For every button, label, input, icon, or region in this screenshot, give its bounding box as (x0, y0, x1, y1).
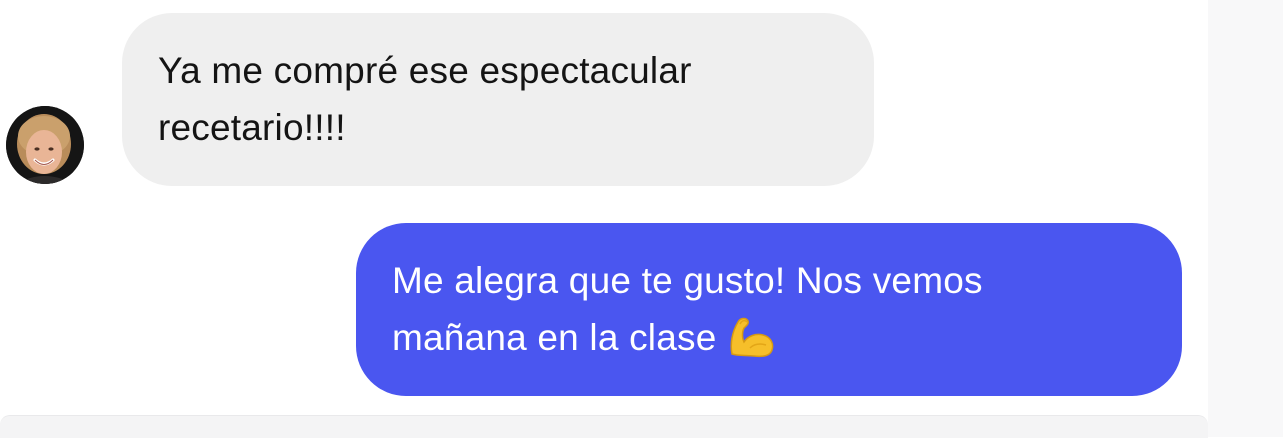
message-composer-edge[interactable] (0, 415, 1208, 438)
avatar-photo-icon (6, 106, 84, 184)
thread-gutter (1208, 0, 1283, 437)
chat-thread: Ya me compré ese espectacular recetario!… (0, 0, 1283, 438)
outgoing-message-bubble[interactable]: Me alegra que te gusto! Nos vemos mañana… (356, 223, 1182, 396)
message-text: mañana en la clase (392, 317, 717, 358)
message-text-line: Me alegra que te gusto! Nos vemos (392, 260, 983, 301)
contact-avatar[interactable] (6, 106, 84, 184)
incoming-message-bubble[interactable]: Ya me compré ese espectacular recetario!… (122, 13, 874, 186)
flexed-biceps-icon (726, 314, 776, 374)
message-text-line-with-emoji: mañana en la clase (392, 309, 1146, 374)
message-text-line: recetario!!!! (158, 107, 346, 148)
message-text-line: Ya me compré ese espectacular (158, 50, 692, 91)
